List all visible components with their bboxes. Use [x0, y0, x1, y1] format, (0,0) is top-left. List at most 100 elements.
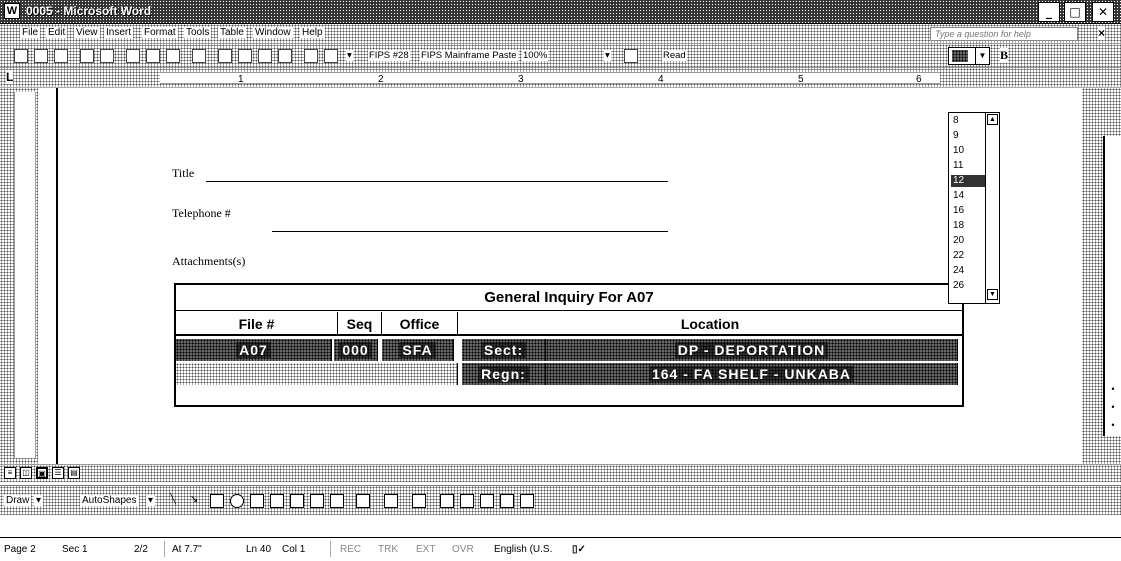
tab-selector-icon[interactable]: L [6, 70, 14, 84]
rectangle-icon[interactable] [210, 494, 224, 508]
font-size-dropdown-arrow[interactable]: ▼ [975, 48, 989, 64]
font-size-option[interactable]: 10 [951, 145, 985, 157]
line-style-icon[interactable] [440, 494, 454, 508]
status-ext[interactable]: EXT [416, 544, 435, 555]
diagram-icon[interactable] [290, 494, 304, 508]
read-button[interactable]: Read [662, 50, 687, 61]
research-icon[interactable] [192, 49, 206, 63]
menu-format[interactable]: Format [142, 27, 178, 38]
row1-location-cell[interactable]: DP - DEPORTATION [546, 339, 958, 361]
menu-help[interactable]: Help [300, 27, 325, 38]
font-size-option[interactable]: 24 [951, 265, 985, 277]
maximize-button[interactable]: □ [1064, 2, 1086, 22]
outline-view-icon[interactable]: ☰ [52, 467, 64, 479]
document-close-icon[interactable]: × [1098, 26, 1106, 40]
menu-window[interactable]: Window [253, 27, 293, 38]
3d-style-icon[interactable] [520, 494, 534, 508]
menu-insert[interactable]: Insert [104, 27, 134, 38]
font-size-option[interactable]: 16 [951, 205, 985, 217]
line-color-icon[interactable] [384, 494, 398, 508]
autoshapes-dropdown-arrow[interactable]: ▾ [146, 495, 156, 506]
menu-tools[interactable]: Tools [184, 27, 212, 38]
status-trk[interactable]: TRK [378, 544, 398, 555]
help-icon[interactable] [624, 49, 638, 63]
arrow-style-icon[interactable] [480, 494, 494, 508]
menu-file[interactable]: File [20, 27, 41, 38]
font-size-option[interactable]: 8 [951, 115, 985, 127]
copy-icon[interactable] [238, 49, 252, 63]
font-size-option-selected[interactable]: 12 [951, 175, 985, 187]
redo-icon[interactable] [324, 49, 338, 63]
status-rec[interactable]: REC [340, 544, 361, 555]
bold-button[interactable]: B [1000, 48, 1009, 63]
row2-location-cell[interactable]: 164 - FA SHELF - UNKABA [546, 363, 958, 385]
autoshapes-button[interactable]: AutoShapes [80, 495, 139, 506]
permission-icon[interactable] [80, 49, 94, 63]
help-question-input[interactable]: Type a question for help [930, 27, 1078, 41]
print-layout-view-icon[interactable]: ▣ [36, 467, 48, 479]
row1-seq-cell[interactable]: 000 [334, 339, 378, 361]
email-icon[interactable] [100, 49, 114, 63]
row1-file-cell[interactable]: A07 [176, 339, 332, 361]
zoom-value[interactable]: 100% [522, 50, 549, 61]
row2-regn-cell[interactable]: Regn: [462, 363, 546, 385]
paste-icon[interactable] [258, 49, 272, 63]
picture-icon[interactable] [330, 494, 344, 508]
spelling-status-icon[interactable]: ▯✓ [572, 544, 586, 555]
normal-view-icon[interactable]: ≡ [4, 467, 16, 479]
print-preview-icon[interactable] [146, 49, 160, 63]
oval-icon[interactable] [230, 494, 244, 508]
text-box-icon[interactable] [250, 494, 264, 508]
open-icon[interactable] [34, 49, 48, 63]
font-size-option[interactable]: 22 [951, 250, 985, 262]
font-color-icon[interactable] [412, 494, 426, 508]
zoom-dropdown-arrow[interactable]: ▾ [604, 50, 611, 61]
font-size-dropdown-list[interactable]: 8 9 10 11 12 14 16 18 20 22 24 26 ▲ ▼ [948, 112, 1000, 304]
horizontal-scrollbar[interactable]: ≡ ◫ ▣ ☰ ▤ [0, 464, 1121, 482]
draw-dropdown-arrow[interactable]: ▾ [34, 495, 44, 506]
dash-style-icon[interactable] [460, 494, 474, 508]
font-size-option[interactable]: 20 [951, 235, 985, 247]
status-ovr[interactable]: OVR [452, 544, 474, 555]
row1-sect-cell[interactable]: Sect: [462, 339, 546, 361]
print-icon[interactable] [126, 49, 140, 63]
word-app-icon[interactable]: W [4, 3, 20, 19]
menu-edit[interactable]: Edit [46, 27, 68, 38]
clip-art-icon[interactable] [310, 494, 324, 508]
font-size-scrollbar[interactable]: ▲ ▼ [985, 113, 999, 303]
scroll-down-icon[interactable]: ▼ [987, 289, 998, 300]
web-layout-view-icon[interactable]: ◫ [20, 467, 32, 479]
save-icon[interactable] [54, 49, 68, 63]
close-button[interactable]: ✕ [1092, 2, 1114, 22]
font-size-box[interactable]: ▼ [948, 47, 990, 65]
minimize-button[interactable]: _ [1038, 2, 1060, 22]
draw-menu-button[interactable]: Draw [4, 495, 32, 506]
line-icon[interactable]: ╲ [170, 494, 184, 508]
style-fips-mainframe-paste[interactable]: FIPS Mainframe Paste [420, 50, 518, 61]
font-size-option[interactable]: 14 [951, 190, 985, 202]
select-browse-object-icon[interactable]: • [1108, 402, 1118, 412]
menu-view[interactable]: View [74, 27, 100, 38]
cut-icon[interactable] [218, 49, 232, 63]
shadow-style-icon[interactable] [500, 494, 514, 508]
previous-page-icon[interactable]: • [1108, 384, 1118, 394]
spelling-icon[interactable] [166, 49, 180, 63]
fill-color-icon[interactable] [356, 494, 370, 508]
style-fips-28[interactable]: FIPS #28 [368, 50, 410, 61]
reading-layout-view-icon[interactable]: ▤ [68, 467, 80, 479]
font-size-value[interactable] [952, 50, 968, 62]
font-size-option[interactable]: 11 [951, 160, 985, 172]
next-page-icon[interactable]: • [1108, 420, 1118, 430]
font-size-option[interactable]: 9 [951, 130, 985, 142]
menu-table[interactable]: Table [218, 27, 246, 38]
new-document-icon[interactable] [14, 49, 28, 63]
undo-icon[interactable] [304, 49, 318, 63]
wordart-icon[interactable] [270, 494, 284, 508]
vertical-scrollbar[interactable]: • • • [1082, 88, 1121, 464]
style-dropdown-arrow[interactable]: ▾ [346, 50, 353, 61]
document-page[interactable]: Title Telephone # Attachments(s) General… [38, 88, 1082, 464]
arrow-icon[interactable]: ↘ [190, 494, 204, 508]
font-size-option[interactable]: 26 [951, 280, 985, 292]
scroll-up-icon[interactable]: ▲ [987, 114, 998, 125]
format-painter-icon[interactable] [278, 49, 292, 63]
